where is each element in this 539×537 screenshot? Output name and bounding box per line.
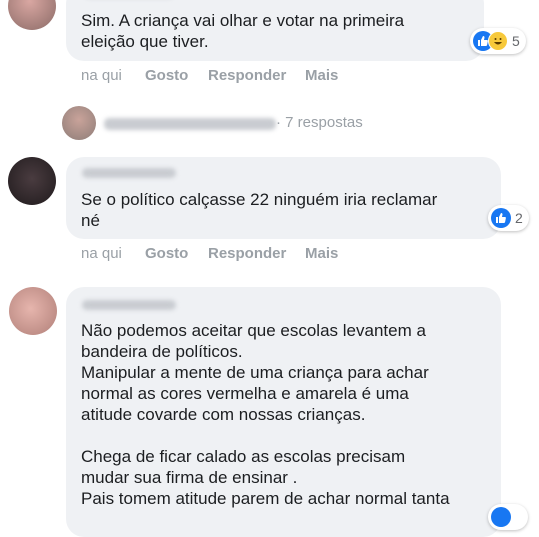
replies-count[interactable]: · 7 respostas	[276, 114, 363, 131]
comment-text: Se o político calçasse 22 ninguém iria r…	[81, 190, 438, 230]
like-button[interactable]: Gosto	[145, 67, 188, 84]
view-replies-link[interactable]: · 7 respostas	[62, 104, 382, 140]
more-button[interactable]: Mais	[305, 67, 338, 84]
commenter-name[interactable]	[82, 168, 176, 178]
like-icon	[491, 208, 511, 228]
more-button[interactable]: Mais	[305, 245, 338, 262]
haha-icon	[488, 31, 508, 51]
avatar[interactable]	[9, 287, 57, 335]
commenter-name[interactable]	[82, 300, 176, 310]
reactions-summary[interactable]: 2	[488, 205, 529, 231]
reply-button[interactable]: Responder	[208, 245, 286, 262]
comment-timestamp[interactable]: na qui	[81, 67, 122, 84]
comment-actions: na qui Gosto Responder Mais	[0, 245, 539, 265]
reactions-summary[interactable]: 5	[470, 28, 526, 54]
reactions-summary[interactable]	[488, 504, 528, 530]
comment-text: Sim. A criança vai olhar e votar na prim…	[81, 11, 405, 51]
like-icon	[491, 507, 511, 527]
comment-actions: na qui Gosto Responder Mais	[0, 67, 539, 87]
reply-button[interactable]: Responder	[208, 67, 286, 84]
comment-bubble: Se o político calçasse 22 ninguém iria r…	[66, 157, 501, 239]
comment-timestamp[interactable]: na qui	[81, 245, 122, 262]
avatar[interactable]	[8, 0, 56, 30]
reaction-count: 2	[515, 210, 523, 226]
comment-bubble: Sim. A criança vai olhar e votar na prim…	[66, 0, 484, 61]
comment-text: Não podemos aceitar que escolas levantem…	[81, 321, 450, 508]
reply-author-name	[104, 118, 276, 130]
reply-avatar	[62, 106, 96, 140]
like-button[interactable]: Gosto	[145, 245, 188, 262]
avatar[interactable]	[8, 157, 56, 205]
reaction-count: 5	[512, 33, 520, 49]
comment-bubble: Não podemos aceitar que escolas levantem…	[66, 287, 501, 537]
